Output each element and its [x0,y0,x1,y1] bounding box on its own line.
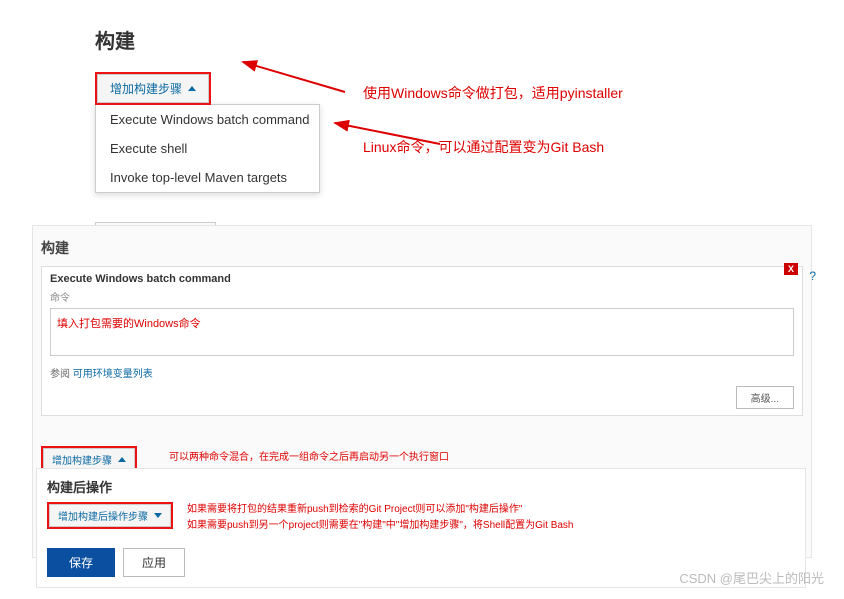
batch-command-textarea[interactable]: 填入打包需要的Windows命令 [50,308,794,356]
section2-heading: 构建 [41,234,803,266]
annotation-text-1: 使用Windows命令做打包，适用pyinstaller [363,83,623,103]
advanced-button[interactable]: 高级... [736,386,794,409]
batch-command-title: Execute Windows batch command [50,273,794,289]
build-section-1: 构建 增加构建步骤 Execute Windows batch command … [95,25,815,193]
add-build-step-button[interactable]: 增加构建步骤 [97,74,209,103]
menu-item-exec-shell[interactable]: Execute shell [96,134,319,163]
menu-item-invoke-maven[interactable]: Invoke top-level Maven targets [96,163,319,192]
section3-ann-line2: 如果需要push到另一个project则需要在"构建"中"增加构建步骤"，将Sh… [187,518,573,534]
menu-item-exec-windows-batch[interactable]: Execute Windows batch command [96,105,319,134]
annotation-arrow-1 [235,57,355,97]
ref-prefix: 参阅 [50,369,73,380]
add-build-step-label: 增加构建步骤 [110,80,182,97]
add-build-step-label-2: 增加构建步骤 [52,452,112,467]
batch-command-sublabel: 命令 [50,289,794,308]
watermark-text: CSDN @尾巴尖上的阳光 [679,568,824,587]
apply-button[interactable]: 应用 [123,548,185,577]
help-icon[interactable]: ? [809,269,816,283]
add-build-step-menu: Execute Windows batch command Execute sh… [95,104,320,193]
section3-heading: 构建后操作 [47,477,795,502]
section1-heading: 构建 [95,25,815,54]
batch-command-box: X ? Execute Windows batch command 命令 填入打… [41,266,803,416]
batch-command-reference: 参阅 可用环境变量列表 [50,359,794,380]
add-post-build-label: 增加构建后操作步骤 [58,508,148,523]
annotation-text-2: Linux命令，可以通过配置变为Git Bash [363,137,604,157]
add-build-step-highlight: 增加构建步骤 [95,72,211,105]
section3-annotation: 如果需要将打包的结果重新push到检索的Git Project则可以添加"构建后… [187,502,573,534]
section2-annotation: 可以两种命令混合，在完成一组命令之后再启动另一个执行窗口 [169,448,449,463]
section3-ann-line1: 如果需要将打包的结果重新push到检索的Git Project则可以添加"构建后… [187,502,573,518]
add-post-build-highlight: 增加构建后操作步骤 [47,502,173,529]
add-post-build-button[interactable]: 增加构建后操作步骤 [49,504,171,527]
delete-step-button[interactable]: X [784,263,798,275]
save-button[interactable]: 保存 [47,548,115,577]
env-vars-link[interactable]: 可用环境变量列表 [73,369,153,380]
